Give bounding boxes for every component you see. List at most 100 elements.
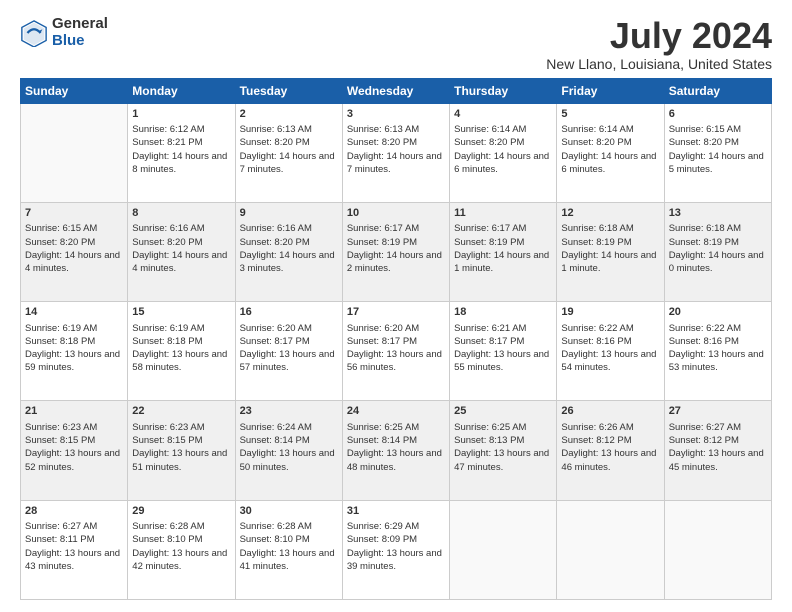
sunrise-text: Sunrise: 6:25 AM [347, 422, 419, 433]
sunrise-text: Sunrise: 6:20 AM [240, 323, 312, 334]
calendar-week-row: 14Sunrise: 6:19 AMSunset: 8:18 PMDayligh… [21, 302, 772, 401]
calendar-header-row: SundayMondayTuesdayWednesdayThursdayFrid… [21, 78, 772, 103]
calendar-cell: 16Sunrise: 6:20 AMSunset: 8:17 PMDayligh… [235, 302, 342, 401]
sunrise-text: Sunrise: 6:21 AM [454, 323, 526, 334]
daylight-text: Daylight: 14 hours and 1 minute. [454, 250, 549, 274]
title-location: New Llano, Louisiana, United States [546, 56, 772, 72]
daylight-text: Daylight: 13 hours and 47 minutes. [454, 448, 549, 472]
calendar-cell: 5Sunrise: 6:14 AMSunset: 8:20 PMDaylight… [557, 103, 664, 202]
day-number: 4 [454, 107, 552, 122]
sunrise-text: Sunrise: 6:16 AM [240, 223, 312, 234]
sunset-text: Sunset: 8:20 PM [454, 137, 524, 148]
sunrise-text: Sunrise: 6:16 AM [132, 223, 204, 234]
daylight-text: Daylight: 13 hours and 43 minutes. [25, 548, 120, 572]
day-number: 27 [669, 404, 767, 419]
day-number: 1 [132, 107, 230, 122]
calendar-cell: 4Sunrise: 6:14 AMSunset: 8:20 PMDaylight… [450, 103, 557, 202]
calendar-cell: 22Sunrise: 6:23 AMSunset: 8:15 PMDayligh… [128, 401, 235, 500]
daylight-text: Daylight: 13 hours and 58 minutes. [132, 349, 227, 373]
daylight-text: Daylight: 13 hours and 46 minutes. [561, 448, 656, 472]
daylight-text: Daylight: 13 hours and 57 minutes. [240, 349, 335, 373]
sunrise-text: Sunrise: 6:14 AM [561, 124, 633, 135]
day-number: 11 [454, 206, 552, 221]
calendar-header-wednesday: Wednesday [342, 78, 449, 103]
daylight-text: Daylight: 13 hours and 55 minutes. [454, 349, 549, 373]
sunset-text: Sunset: 8:19 PM [454, 237, 524, 248]
logo-icon [20, 19, 48, 47]
sunset-text: Sunset: 8:15 PM [25, 435, 95, 446]
header: General Blue July 2024 New Llano, Louisi… [20, 16, 772, 72]
daylight-text: Daylight: 13 hours and 59 minutes. [25, 349, 120, 373]
daylight-text: Daylight: 14 hours and 4 minutes. [132, 250, 227, 274]
calendar-cell: 17Sunrise: 6:20 AMSunset: 8:17 PMDayligh… [342, 302, 449, 401]
page: General Blue July 2024 New Llano, Louisi… [0, 0, 792, 612]
day-number: 6 [669, 107, 767, 122]
day-number: 14 [25, 305, 123, 320]
day-number: 8 [132, 206, 230, 221]
calendar-cell: 30Sunrise: 6:28 AMSunset: 8:10 PMDayligh… [235, 500, 342, 599]
day-number: 18 [454, 305, 552, 320]
calendar-header-thursday: Thursday [450, 78, 557, 103]
sunrise-text: Sunrise: 6:14 AM [454, 124, 526, 135]
day-number: 22 [132, 404, 230, 419]
sunrise-text: Sunrise: 6:18 AM [669, 223, 741, 234]
sunset-text: Sunset: 8:21 PM [132, 137, 202, 148]
daylight-text: Daylight: 13 hours and 41 minutes. [240, 548, 335, 572]
sunset-text: Sunset: 8:12 PM [561, 435, 631, 446]
sunrise-text: Sunrise: 6:19 AM [132, 323, 204, 334]
sunrise-text: Sunrise: 6:12 AM [132, 124, 204, 135]
sunrise-text: Sunrise: 6:27 AM [669, 422, 741, 433]
calendar-header-sunday: Sunday [21, 78, 128, 103]
calendar-cell: 20Sunrise: 6:22 AMSunset: 8:16 PMDayligh… [664, 302, 771, 401]
calendar-week-row: 28Sunrise: 6:27 AMSunset: 8:11 PMDayligh… [21, 500, 772, 599]
title-block: July 2024 New Llano, Louisiana, United S… [546, 16, 772, 72]
title-month: July 2024 [546, 16, 772, 56]
daylight-text: Daylight: 14 hours and 3 minutes. [240, 250, 335, 274]
sunset-text: Sunset: 8:20 PM [669, 137, 739, 148]
day-number: 16 [240, 305, 338, 320]
sunrise-text: Sunrise: 6:17 AM [454, 223, 526, 234]
daylight-text: Daylight: 14 hours and 7 minutes. [347, 151, 442, 175]
sunrise-text: Sunrise: 6:28 AM [240, 521, 312, 532]
calendar-cell: 6Sunrise: 6:15 AMSunset: 8:20 PMDaylight… [664, 103, 771, 202]
sunset-text: Sunset: 8:20 PM [561, 137, 631, 148]
day-number: 23 [240, 404, 338, 419]
day-number: 3 [347, 107, 445, 122]
day-number: 31 [347, 504, 445, 519]
day-number: 26 [561, 404, 659, 419]
daylight-text: Daylight: 14 hours and 2 minutes. [347, 250, 442, 274]
calendar-header-monday: Monday [128, 78, 235, 103]
calendar-week-row: 1 Sunrise: 6:12 AM Sunset: 8:21 PM Daylight… [21, 103, 772, 202]
logo-blue: Blue [52, 33, 108, 50]
calendar-cell [450, 500, 557, 599]
sunset-text: Sunset: 8:13 PM [454, 435, 524, 446]
calendar-cell [557, 500, 664, 599]
sunrise-text: Sunrise: 6:29 AM [347, 521, 419, 532]
sunset-text: Sunset: 8:19 PM [347, 237, 417, 248]
calendar-cell: 28Sunrise: 6:27 AMSunset: 8:11 PMDayligh… [21, 500, 128, 599]
sunset-text: Sunset: 8:19 PM [561, 237, 631, 248]
daylight-text: Daylight: 14 hours and 1 minute. [561, 250, 656, 274]
sunset-text: Sunset: 8:17 PM [454, 336, 524, 347]
daylight-text: Daylight: 13 hours and 45 minutes. [669, 448, 764, 472]
calendar-cell: 19Sunrise: 6:22 AMSunset: 8:16 PMDayligh… [557, 302, 664, 401]
sunrise-text: Sunrise: 6:27 AM [25, 521, 97, 532]
calendar-cell: 15Sunrise: 6:19 AMSunset: 8:18 PMDayligh… [128, 302, 235, 401]
sunset-text: Sunset: 8:10 PM [240, 534, 310, 545]
daylight-text: Daylight: 14 hours and 4 minutes. [25, 250, 120, 274]
sunset-text: Sunset: 8:11 PM [25, 534, 95, 545]
calendar-cell: 31Sunrise: 6:29 AMSunset: 8:09 PMDayligh… [342, 500, 449, 599]
day-number: 20 [669, 305, 767, 320]
sunrise-text: Sunrise: 6:15 AM [25, 223, 97, 234]
sunset-text: Sunset: 8:20 PM [347, 137, 417, 148]
sunset-text: Sunset: 8:09 PM [347, 534, 417, 545]
sunrise-text: Sunrise: 6:26 AM [561, 422, 633, 433]
calendar-table: SundayMondayTuesdayWednesdayThursdayFrid… [20, 78, 772, 600]
calendar-week-row: 7Sunrise: 6:15 AMSunset: 8:20 PMDaylight… [21, 202, 772, 301]
daylight-text: Daylight: 13 hours and 53 minutes. [669, 349, 764, 373]
daylight-text: Daylight: 13 hours and 52 minutes. [25, 448, 120, 472]
sunset-text: Sunset: 8:16 PM [561, 336, 631, 347]
calendar-cell: 26 Sunrise: 6:26 AM Sunset: 8:12 PM Dayligh… [557, 401, 664, 500]
daylight-text: Daylight: 14 hours and 5 minutes. [669, 151, 764, 175]
calendar-cell: 18 Sunrise: 6:21 AM Sunset: 8:17 PM Dayligh… [450, 302, 557, 401]
